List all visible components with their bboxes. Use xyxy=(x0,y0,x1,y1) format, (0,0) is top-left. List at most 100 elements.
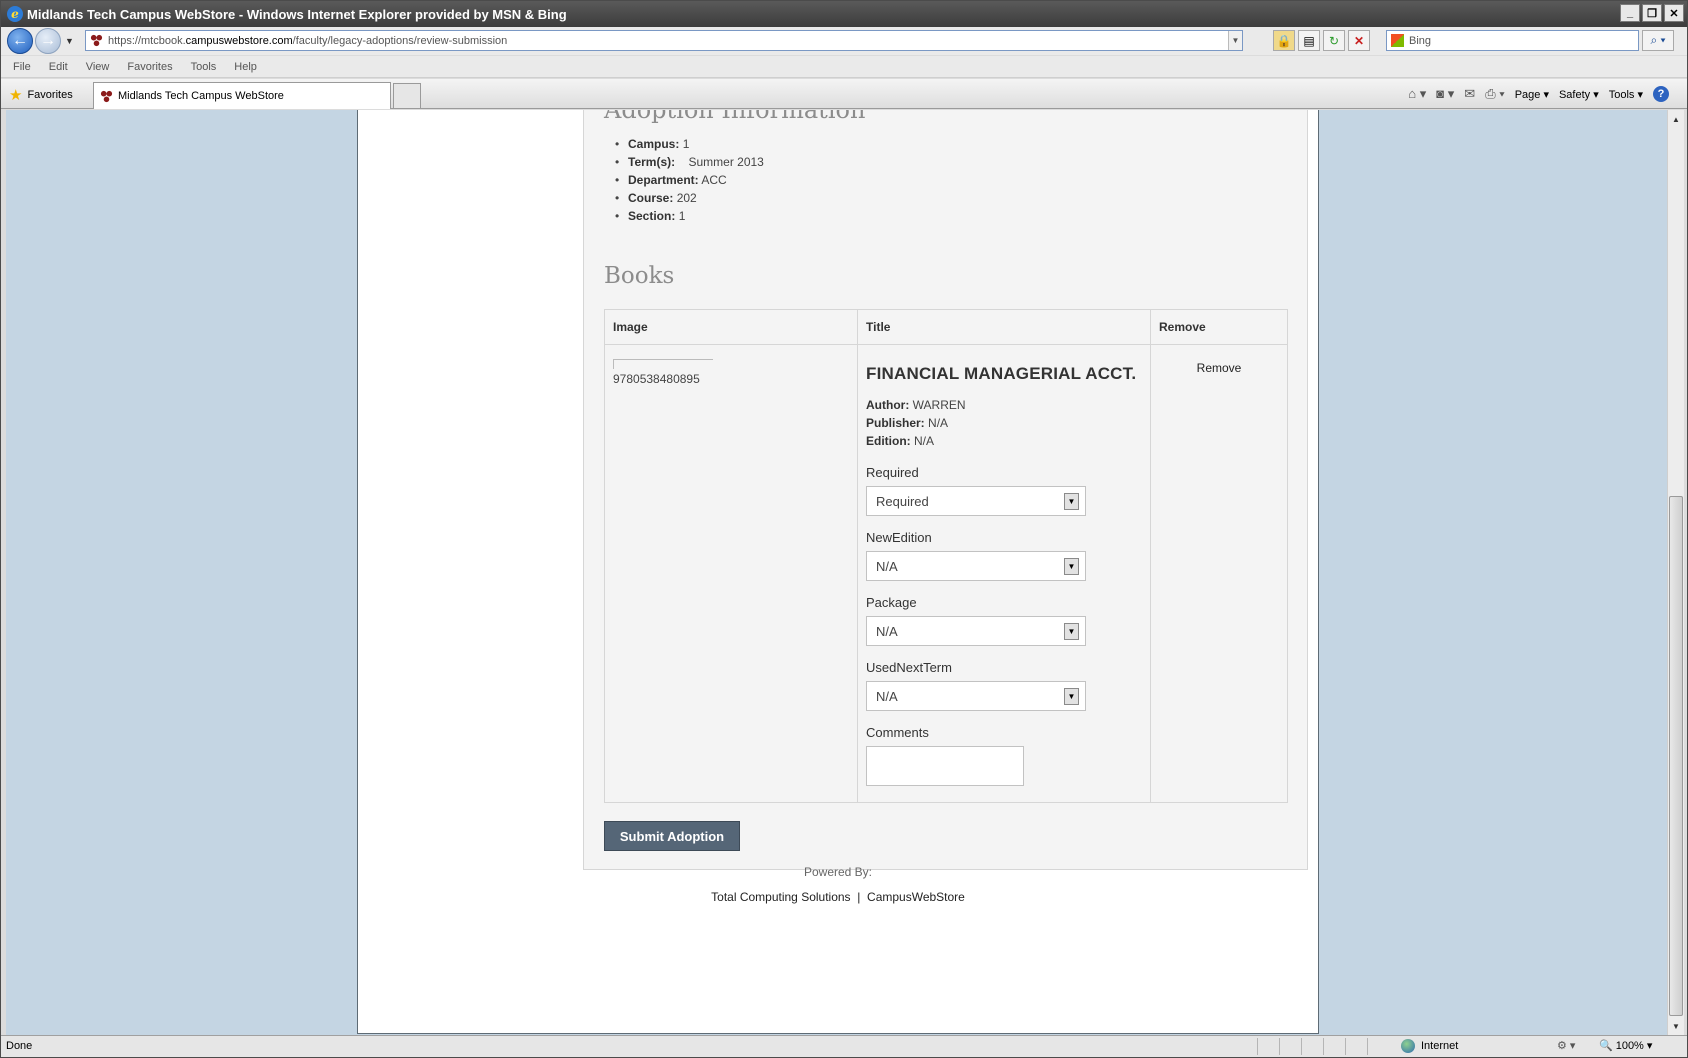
refresh-icon[interactable]: ↻ xyxy=(1323,30,1345,51)
new-edition-label: NewEdition xyxy=(866,530,932,545)
ie-logo-icon: e xyxy=(7,6,23,22)
history-dropdown-icon[interactable]: ▼ xyxy=(65,36,74,46)
status-cell xyxy=(1367,1038,1389,1055)
author-label: Author: xyxy=(866,398,910,412)
address-dropdown-icon[interactable]: ▼ xyxy=(1228,31,1242,50)
book-title-cell: FINANCIAL MANAGERIAL ACCT. Author: WARRE… xyxy=(857,344,1151,803)
book-remove-cell: Remove xyxy=(1150,344,1288,803)
star-icon: ★ xyxy=(9,87,23,104)
menu-view[interactable]: View xyxy=(86,61,110,73)
feeds-icon[interactable]: ◙ ▾ xyxy=(1436,86,1454,102)
menu-file[interactable]: File xyxy=(13,61,31,73)
remove-book-link[interactable]: Remove xyxy=(1159,361,1279,375)
tools-menu-label: Tools xyxy=(1608,88,1635,101)
info-value: ACC xyxy=(701,173,727,187)
menu-edit[interactable]: Edit xyxy=(49,61,68,73)
scroll-down-icon[interactable]: ▼ xyxy=(1668,1018,1684,1034)
close-icon[interactable]: ✕ xyxy=(1664,4,1684,22)
compatibility-icon[interactable]: ▤ xyxy=(1298,30,1320,51)
required-select[interactable]: Required ▼ xyxy=(866,486,1086,516)
favorites-bar: ★ Favorites Midlands Tech Campus WebStor… xyxy=(1,79,1687,109)
protected-mode-icon[interactable]: ⚙ ▾ xyxy=(1557,1039,1575,1052)
restore-icon[interactable]: ❐ xyxy=(1642,4,1662,22)
url-domain: campuswebstore.com xyxy=(185,34,293,47)
scroll-thumb[interactable] xyxy=(1669,496,1683,1016)
new-edition-select-value: N/A xyxy=(876,558,898,574)
favorites-button[interactable]: ★ Favorites xyxy=(9,86,73,104)
site-favicon-icon xyxy=(90,34,103,47)
address-bar[interactable]: https://mtcbook. campuswebstore.com/facul… xyxy=(85,30,1243,51)
tab-favicon-icon xyxy=(100,90,113,102)
edition-label: Edition: xyxy=(866,434,911,448)
address-row: ← → ▼ https://mtcbook. campuswebstore.com… xyxy=(1,27,1687,55)
required-select-value: Required xyxy=(876,493,929,509)
submit-adoption-button[interactable]: Submit Adoption xyxy=(604,821,740,851)
info-value: 1 xyxy=(678,209,686,223)
tab-current[interactable]: Midlands Tech Campus WebStore xyxy=(93,82,391,109)
comments-label: Comments xyxy=(866,725,929,740)
home-icon[interactable]: ⌂ ▾ xyxy=(1408,86,1426,102)
info-label: Campus: xyxy=(628,137,680,151)
minimize-icon[interactable]: _ xyxy=(1620,4,1640,22)
status-cell xyxy=(1323,1038,1345,1055)
info-value: Summer 2013 xyxy=(688,155,764,169)
vertical-scrollbar[interactable]: ▲ ▼ xyxy=(1667,110,1684,1035)
forward-button[interactable]: → xyxy=(35,28,61,54)
books-table: Image Title Remove 9780538480895 FINANCI… xyxy=(604,309,1288,803)
mail-icon[interactable]: ✉ xyxy=(1464,86,1475,102)
used-next-term-label: UsedNextTerm xyxy=(866,660,952,675)
scroll-up-icon[interactable]: ▲ xyxy=(1668,111,1684,127)
search-icon[interactable]: ⌕ ▾ xyxy=(1642,30,1674,51)
book-cover-image xyxy=(613,359,713,369)
status-cell xyxy=(1301,1038,1323,1055)
adoption-info-list: Campus: 1 Term(s): Summer 2013 Departmen… xyxy=(615,135,764,225)
address-tools: 🔒 ▤ ↻ ✕ xyxy=(1273,30,1370,51)
menu-tools[interactable]: Tools xyxy=(191,61,217,73)
bing-icon xyxy=(1391,34,1404,47)
globe-icon xyxy=(1401,1039,1415,1053)
url-prefix: https://mtcbook. xyxy=(108,34,186,47)
zoom-icon: 🔍 xyxy=(1599,1040,1613,1052)
favorites-label: Favorites xyxy=(27,89,73,101)
package-select[interactable]: N/A ▼ xyxy=(866,616,1086,646)
menu-favorites[interactable]: Favorites xyxy=(127,61,172,73)
info-label: Term(s): xyxy=(628,155,676,169)
new-tab-button[interactable] xyxy=(393,83,421,108)
command-bar: ⌂ ▾ ◙ ▾ ✉ ⎙ ▾ Page ▾ Safety ▾ Tools ▾ ? xyxy=(1408,86,1669,102)
print-icon[interactable]: ⎙ ▾ xyxy=(1485,86,1504,102)
info-label: Department: xyxy=(628,173,699,187)
used-next-term-select-value: N/A xyxy=(876,688,898,704)
info-section: Section: 1 xyxy=(615,207,764,225)
safety-menu[interactable]: Safety ▾ xyxy=(1559,88,1599,101)
comments-field[interactable] xyxy=(866,746,1024,786)
footer-link-campuswebstore[interactable]: CampusWebStore xyxy=(867,890,965,904)
menu-help[interactable]: Help xyxy=(234,61,257,73)
status-bar: Done Internet ⚙ ▾ 🔍 100% ▾ xyxy=(1,1035,1687,1057)
window-title: Midlands Tech Campus WebStore - Windows … xyxy=(27,6,567,22)
books-heading: Books xyxy=(604,263,675,289)
page-menu[interactable]: Page ▾ xyxy=(1515,88,1549,101)
lock-icon[interactable]: 🔒 xyxy=(1273,30,1295,51)
book-meta: Author: WARREN Publisher: N/A Edition: N… xyxy=(866,396,1142,450)
new-edition-select[interactable]: N/A ▼ xyxy=(866,551,1086,581)
package-label: Package xyxy=(866,595,917,610)
search-input[interactable]: Bing xyxy=(1386,30,1639,51)
info-label: Course: xyxy=(628,191,674,205)
help-icon[interactable]: ? xyxy=(1653,86,1669,102)
publisher-label: Publisher: xyxy=(866,416,925,430)
footer-link-tcs[interactable]: Total Computing Solutions xyxy=(711,890,850,904)
info-value: 202 xyxy=(676,191,697,205)
back-button[interactable]: ← xyxy=(7,28,33,54)
zoom-level: 100% xyxy=(1615,1039,1644,1052)
tab-title: Midlands Tech Campus WebStore xyxy=(118,90,284,102)
info-label: Section: xyxy=(628,209,676,223)
stop-icon[interactable]: ✕ xyxy=(1348,30,1370,51)
tools-menu[interactable]: Tools ▾ xyxy=(1609,88,1643,101)
book-title: FINANCIAL MANAGERIAL ACCT. xyxy=(866,364,1137,383)
zoom-control[interactable]: 🔍 100% ▾ xyxy=(1599,1039,1652,1053)
column-header-image: Image xyxy=(604,309,858,345)
status-text: Done xyxy=(6,1040,33,1052)
column-header-title: Title xyxy=(857,309,1151,345)
used-next-term-select[interactable]: N/A ▼ xyxy=(866,681,1086,711)
info-value: 1 xyxy=(682,137,690,151)
